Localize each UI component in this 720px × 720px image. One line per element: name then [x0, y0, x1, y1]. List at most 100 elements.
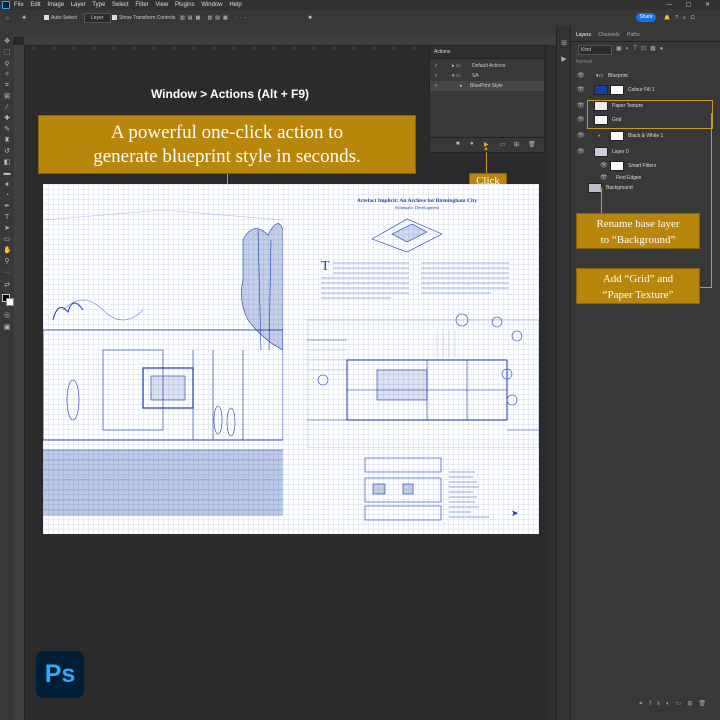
share-button[interactable]: Share	[636, 13, 656, 22]
action-label: BluePrint Style	[470, 83, 503, 89]
layer-filter-icons[interactable]: ▣◐T⊡▦●	[616, 45, 667, 52]
document-canvas[interactable]: Artefact Implicit: An Archive for Birmin…	[43, 184, 539, 534]
actions-panel-icon[interactable]: ▶	[560, 56, 568, 64]
actions-panel: Actions ✓ ▸ ▭ Default Actions ✓ ▾ ▭ SA ✓…	[429, 45, 545, 153]
add-line-1: Add “Grid” and	[602, 273, 674, 285]
action-set-label: SA	[472, 73, 479, 79]
show-transform-checkbox[interactable]: Show Transform Controls	[112, 10, 175, 26]
stop-icon[interactable]: ■	[456, 141, 460, 147]
delete-icon[interactable]: 🗑	[528, 141, 536, 148]
stamp-tool-icon[interactable]: ♜	[3, 137, 11, 145]
align-icons[interactable]: ▥▤▦ ▥▤▦ ···	[180, 10, 249, 26]
layer-background[interactable]: Background	[574, 180, 712, 196]
layers-footer-icons[interactable]: ⚭fx◐▭⊞🗑	[574, 700, 712, 707]
crop-tool-icon[interactable]: ⌗	[3, 82, 11, 90]
help-search-icons[interactable]: 🔔?⌕▢	[664, 10, 700, 26]
type-tool-icon[interactable]: T	[3, 214, 11, 222]
visibility-eye-icon[interactable]: 👁	[577, 82, 585, 98]
layer-colour-fill[interactable]: 👁 Colour Fill 1	[574, 82, 712, 98]
pen-tool-icon[interactable]: ✒	[3, 203, 11, 211]
rename-arrow-line	[601, 190, 602, 213]
axonometric-drawing	[371, 218, 443, 253]
vertical-scrollbar[interactable]	[548, 45, 556, 720]
frame-tool-icon[interactable]: ⊠	[3, 93, 11, 101]
gradient-tool-icon[interactable]: ▬	[3, 170, 11, 178]
window-controls[interactable]: — ▢ ✕	[666, 0, 716, 10]
layer-name: Colour Fill 1	[628, 87, 655, 93]
menu-window[interactable]: Window	[201, 2, 222, 8]
show-transform-label: Show Transform Controls	[119, 15, 176, 21]
layer-black-white[interactable]: 👁 ◐ Black & White 1	[574, 128, 712, 144]
menu-plugins[interactable]: Plugins	[175, 2, 195, 8]
magic-wand-icon[interactable]: ✧	[3, 71, 11, 79]
quick-mask-icon[interactable]: ◎	[3, 312, 11, 320]
action-set-default[interactable]: ✓ ▸ ▭ Default Actions	[430, 61, 544, 71]
move-tool-icon[interactable]: ✥	[3, 38, 11, 46]
tab-paths[interactable]: Paths	[627, 32, 640, 38]
healing-brush-icon[interactable]: ✚	[3, 115, 11, 123]
check-icon[interactable]: ✓	[434, 71, 438, 81]
screen-mode-icon[interactable]: ▣	[3, 324, 11, 332]
layer-filter-kind[interactable]: Kind	[578, 45, 612, 55]
menu-help[interactable]: Help	[229, 2, 241, 8]
background-color-swatch[interactable]	[6, 298, 14, 306]
menu-bar: File Edit Image Layer Type Select Filter…	[0, 0, 720, 10]
headline-line-2: generate blueprint style in seconds.	[93, 146, 361, 167]
check-icon[interactable]: ✓	[434, 61, 438, 71]
history-panel-icon[interactable]: ⊞	[560, 40, 568, 48]
eyedropper-icon[interactable]: ⁄	[3, 104, 11, 112]
body-text-lines	[321, 262, 509, 299]
menu-edit[interactable]: Edit	[30, 2, 40, 8]
layer-name: Background	[606, 185, 633, 191]
visibility-eye-icon[interactable]: 👁	[577, 112, 585, 128]
blend-mode-dropdown[interactable]: Normal	[576, 58, 636, 66]
photoshop-icon	[2, 1, 10, 9]
more-tools-icon[interactable]: ···	[3, 269, 11, 277]
record-icon[interactable]: ●	[470, 141, 474, 147]
panel-icon-strip: ⊞ ▶	[556, 26, 571, 720]
hand-tool-icon[interactable]: ✋	[3, 247, 12, 255]
eraser-icon[interactable]: ◧	[3, 159, 11, 167]
headline-line-1: A powerful one-click action to	[110, 122, 344, 143]
new-action-icon[interactable]: ⊞	[514, 141, 519, 148]
floor-plan-drawing	[307, 313, 539, 448]
path-select-icon[interactable]: ➤	[3, 225, 11, 233]
auto-select-dropdown[interactable]: Layer	[84, 10, 111, 26]
blur-tool-icon[interactable]: ●	[3, 181, 11, 189]
menu-file[interactable]: File	[14, 2, 24, 8]
menu-type[interactable]: Type	[92, 2, 105, 8]
new-set-icon[interactable]: ▭	[500, 141, 506, 148]
action-blueprint-style[interactable]: ✓ ▸ BluePrint Style	[430, 81, 544, 91]
check-icon[interactable]: ✓	[434, 81, 438, 91]
swap-colors-icon[interactable]: ⇄	[3, 282, 11, 290]
visibility-eye-icon[interactable]: 👁	[577, 128, 585, 144]
zoom-tool-icon[interactable]: ⚲	[3, 258, 11, 266]
home-icon[interactable]: ⌂	[6, 10, 9, 26]
folder-icon: ▾ ▭	[452, 73, 461, 79]
action-set-sa[interactable]: ✓ ▾ ▭ SA	[430, 71, 544, 81]
blueprint-street-scene	[43, 209, 283, 516]
menu-layer[interactable]: Layer	[71, 2, 86, 8]
blueprint-right-page: Artefact Implicit: An Archive for Birmin…	[287, 184, 539, 534]
shape-tool-icon[interactable]: ▭	[3, 236, 11, 244]
brush-tool-icon[interactable]: ✎	[3, 126, 11, 134]
legend-list	[449, 471, 489, 518]
menu-image[interactable]: Image	[47, 2, 64, 8]
tab-channels[interactable]: Channels	[598, 32, 619, 38]
marquee-tool-icon[interactable]: ⬚	[3, 49, 11, 57]
lasso-tool-icon[interactable]: ϙ	[3, 60, 11, 68]
tab-layers[interactable]: Layers	[576, 32, 591, 38]
options-bar: ⌂ ✥ Auto-Select Layer Show Transform Con…	[0, 10, 720, 27]
expand-icon: ▸	[460, 83, 463, 89]
rename-line-2: to “Background”	[600, 234, 676, 246]
dodge-tool-icon[interactable]: ◔	[3, 192, 11, 200]
menu-select[interactable]: Select	[112, 2, 129, 8]
menu-view[interactable]: View	[155, 2, 168, 8]
auto-select-checkbox[interactable]: Auto-Select	[44, 10, 77, 26]
up-arrow-icon: ▲	[483, 146, 489, 152]
add-line-2: “Paper Texture”	[602, 289, 674, 301]
settings-icon[interactable]: ✹	[308, 10, 312, 26]
menu-filter[interactable]: Filter	[135, 2, 148, 8]
history-brush-icon[interactable]: ↺	[3, 148, 11, 156]
move-tool-icon[interactable]: ✥	[22, 10, 26, 26]
